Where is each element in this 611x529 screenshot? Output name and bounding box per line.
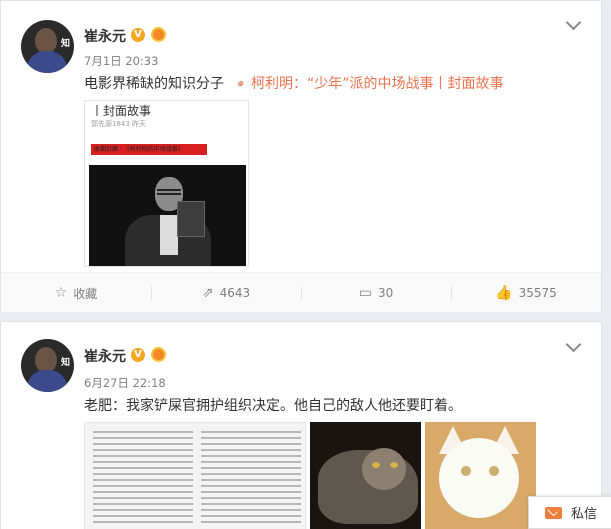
article-photo xyxy=(89,165,246,266)
post-time[interactable]: 6月27日 22:18 xyxy=(84,375,166,391)
photo-camera xyxy=(177,201,205,237)
article-title: 丨封面故事 xyxy=(91,104,152,118)
document-column xyxy=(201,431,301,527)
avatar-mark: 知 xyxy=(60,358,70,368)
post-image-cat-dark[interactable] xyxy=(310,422,421,529)
comment-button[interactable]: ▭ 30 xyxy=(301,273,451,313)
weibo-post-2: 知 崔永元 V 6月27日 22:18 老肥：我家铲屎官拥护组织决定。他自己的敌… xyxy=(0,321,602,529)
comment-count: 30 xyxy=(377,286,394,300)
post-text: 电影界稀缺的知识分子 ⚭ 柯利明：“少年”派的中场战事丨封面故事 xyxy=(84,73,503,93)
photo-glasses xyxy=(157,189,181,195)
cat-eye xyxy=(372,462,380,468)
repost-button[interactable]: ⇗ 4643 xyxy=(151,273,301,313)
cat-face xyxy=(439,438,519,518)
private-message-label: 私信 xyxy=(571,507,598,522)
author-avatar[interactable]: 知 xyxy=(21,339,74,392)
medal-icon[interactable] xyxy=(151,347,166,362)
weibo-post-1: 知 崔永元 V 7月1日 20:33 电影界稀缺的知识分子 ⚭ 柯利明：“少年”… xyxy=(0,0,602,312)
medal-icon[interactable] xyxy=(151,27,166,42)
document-column xyxy=(93,431,193,527)
thumbs-up-icon: 👍 xyxy=(495,285,513,301)
post-time[interactable]: 7月1日 20:33 xyxy=(84,53,158,69)
verified-badge-icon[interactable]: V xyxy=(131,348,145,362)
avatar-body xyxy=(27,370,67,392)
article-link[interactable]: 柯利明：“少年”派的中场战事丨封面故事 xyxy=(251,76,504,92)
cat-eye xyxy=(489,466,499,476)
photo-shirt xyxy=(160,215,178,255)
avatar-mark: 知 xyxy=(60,39,70,49)
post-text-body: 电影界稀缺的知识分子 xyxy=(84,76,224,92)
chevron-down-icon[interactable] xyxy=(565,14,582,31)
article-banner: 本期封面 · 《柯利明的中场战事》 xyxy=(91,144,207,155)
star-icon: ☆ xyxy=(54,285,68,301)
cat-head xyxy=(362,448,406,490)
verified-badge-icon[interactable]: V xyxy=(131,28,145,42)
chevron-down-icon[interactable] xyxy=(565,336,582,353)
private-message-button[interactable]: 私信 xyxy=(528,496,611,529)
post-action-bar: ☆ 收藏 ⇗ 4643 ▭ 30 👍 35575 xyxy=(1,272,601,312)
like-count: 35575 xyxy=(518,286,557,300)
author-name[interactable]: 崔永元 xyxy=(84,346,126,366)
post-image-document[interactable] xyxy=(84,422,306,529)
author-name[interactable]: 崔永元 xyxy=(84,26,126,46)
avatar-body xyxy=(27,51,67,73)
favorite-button[interactable]: ☆ 收藏 xyxy=(1,273,151,313)
post-text: 老肥：我家铲屎官拥护组织决定。他自己的敌人他还要盯着。 xyxy=(84,398,462,414)
cat-eye xyxy=(461,466,471,476)
like-button[interactable]: 👍 35575 xyxy=(451,273,601,313)
cat-eye xyxy=(390,462,398,468)
favorite-label: 收藏 xyxy=(73,286,98,301)
article-meta: 郭先源1843 昨天 xyxy=(91,120,147,128)
post-image-cat-white[interactable] xyxy=(425,422,536,529)
mail-icon xyxy=(545,506,562,519)
comment-icon: ▭ xyxy=(358,285,372,301)
link-icon: ⚭ xyxy=(232,75,250,93)
repost-icon: ⇗ xyxy=(201,285,214,301)
repost-count: 4643 xyxy=(219,286,251,300)
article-thumbnail[interactable]: 丨封面故事 郭先源1843 昨天 本期封面 · 《柯利明的中场战事》 xyxy=(84,100,249,267)
author-avatar[interactable]: 知 xyxy=(21,20,74,73)
